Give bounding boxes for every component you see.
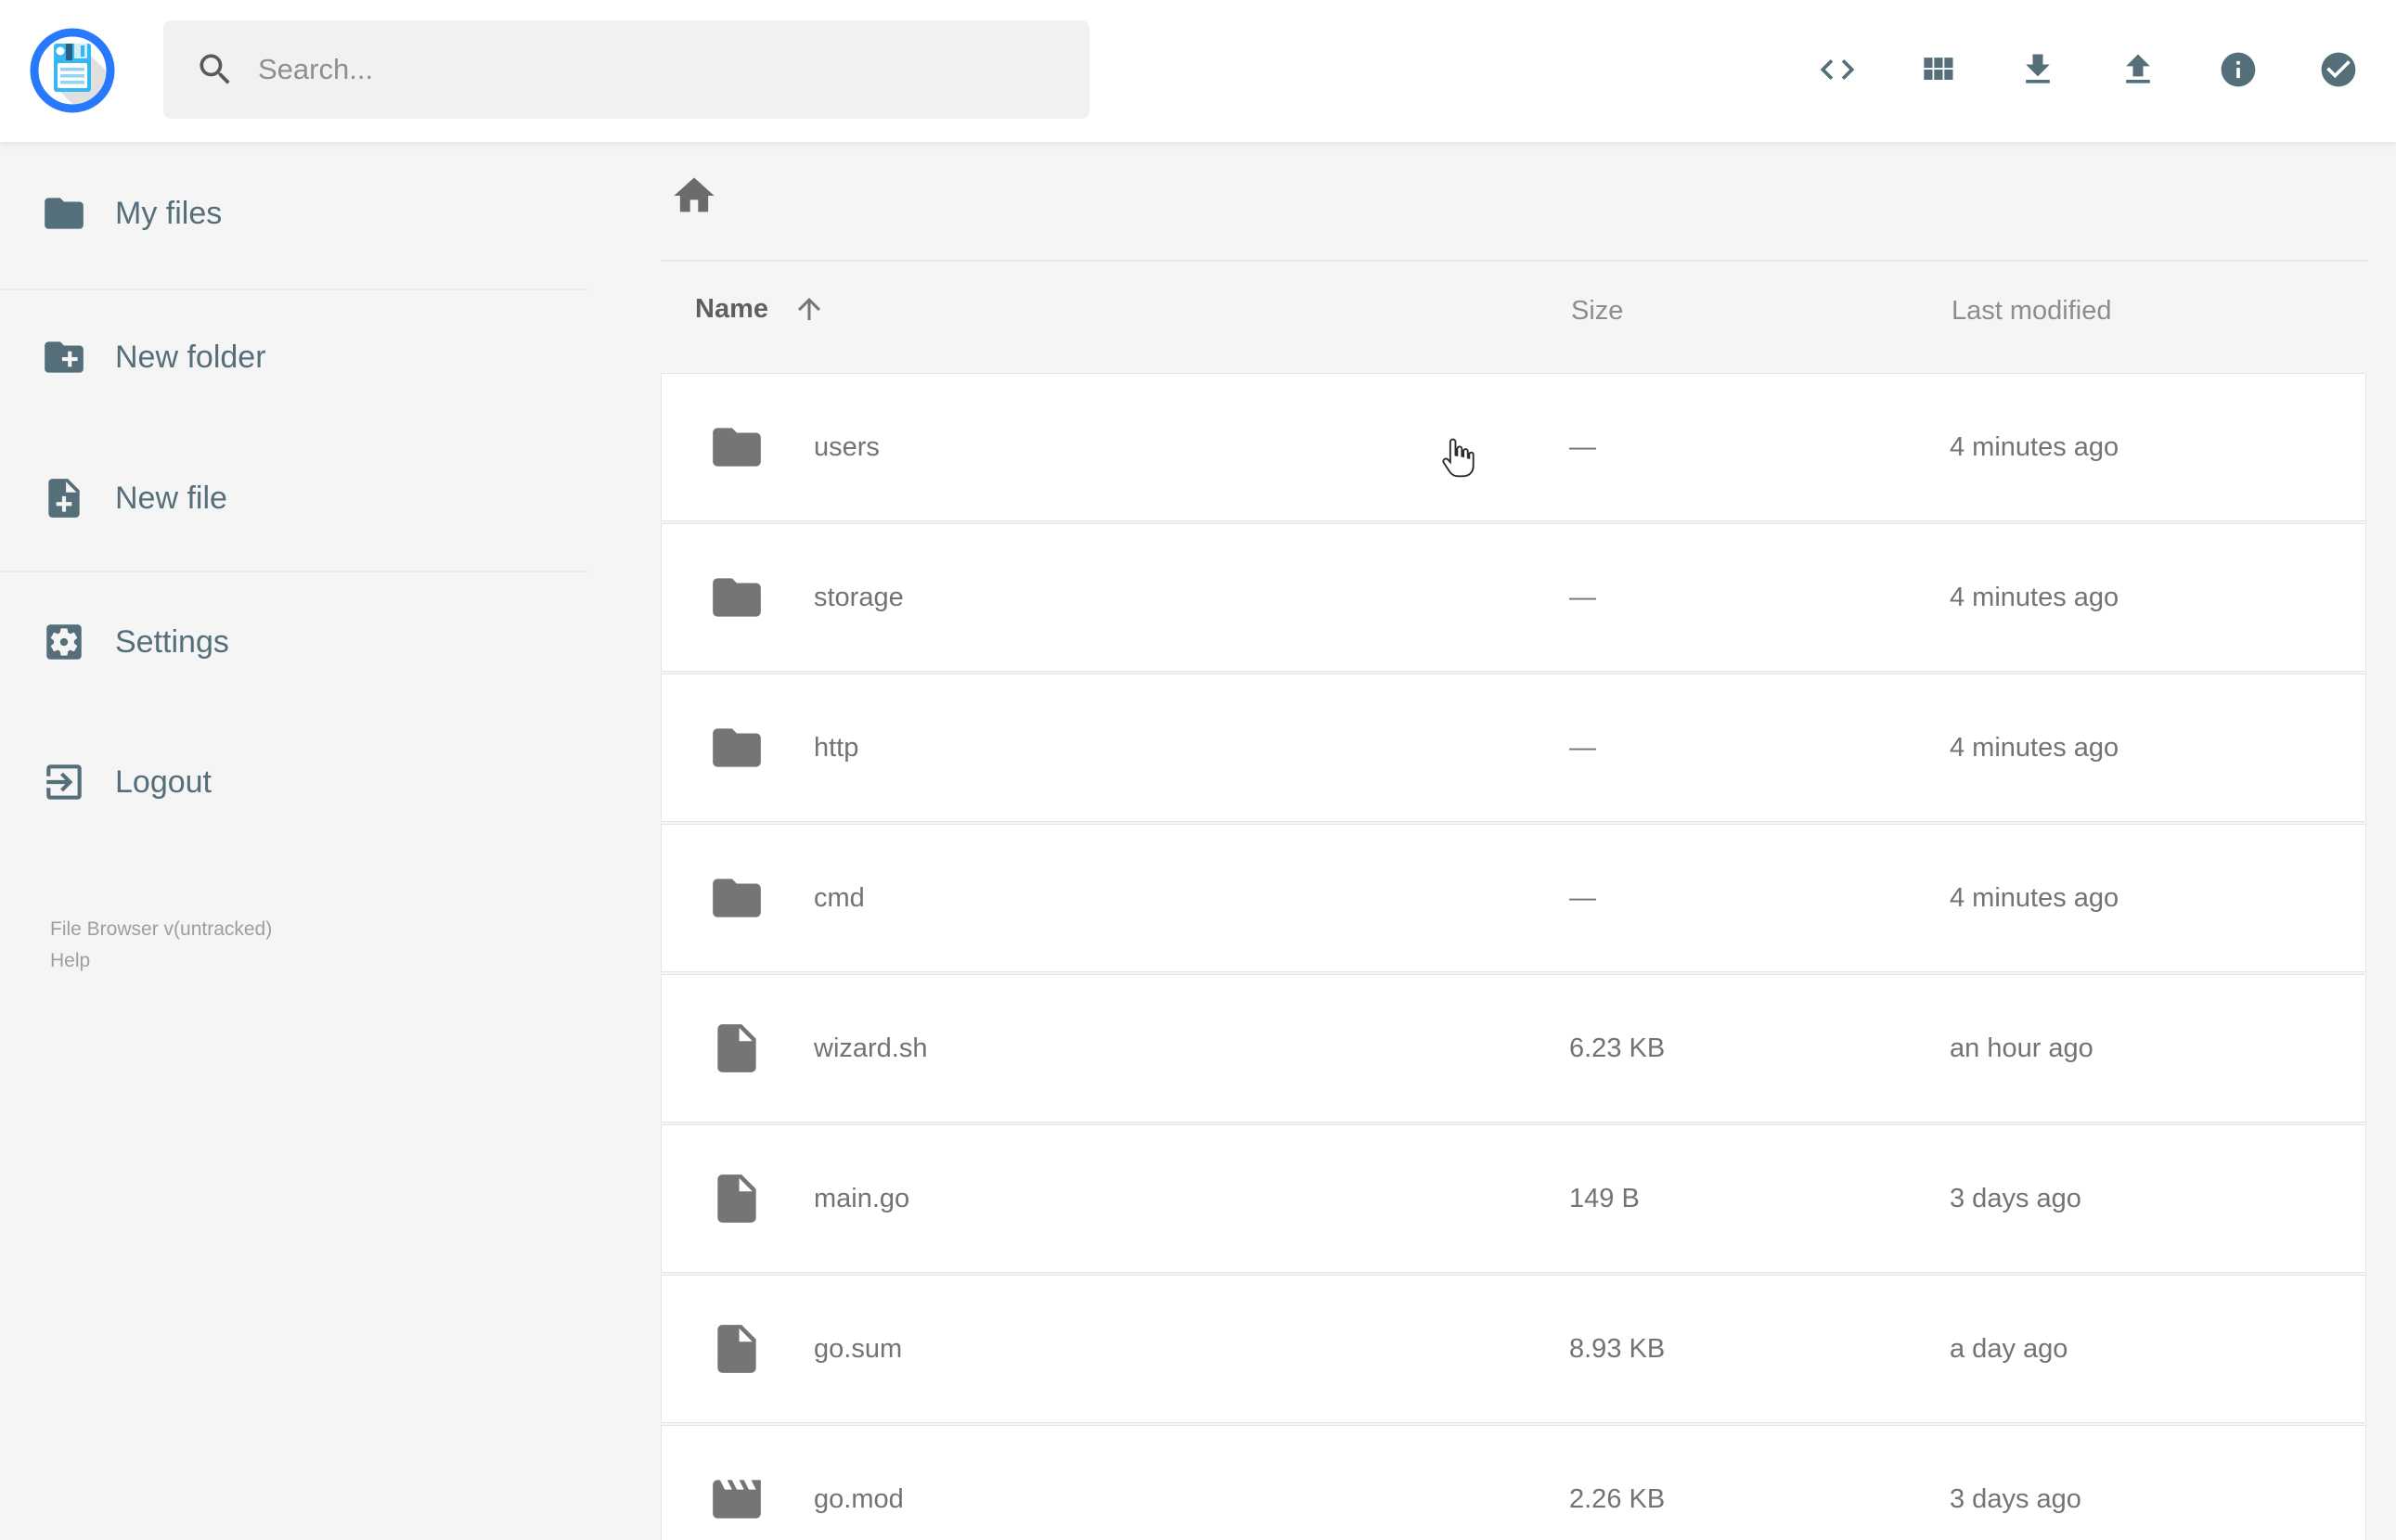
file-name: cmd — [814, 882, 865, 913]
sidebar-item-settings[interactable]: Settings — [41, 614, 229, 670]
download-button[interactable] — [2010, 42, 2066, 97]
file-modified: 4 minutes ago — [1950, 732, 2119, 763]
search-bar[interactable] — [163, 20, 1089, 119]
file-icon — [708, 1020, 766, 1077]
new-folder-icon — [45, 341, 84, 373]
table-row[interactable]: storage — 4 minutes ago — [661, 523, 2366, 672]
top-bar — [0, 0, 2396, 142]
folder-icon — [45, 198, 84, 229]
sidebar-divider — [0, 571, 587, 572]
folder-icon — [708, 418, 766, 476]
sidebar-item-label: New file — [115, 480, 227, 516]
sidebar-item-label: My files — [115, 195, 223, 231]
table-row[interactable]: wizard.sh 6.23 KB an hour ago — [661, 974, 2366, 1123]
file-modified: an hour ago — [1950, 1033, 2093, 1063]
table-row[interactable]: go.sum 8.93 KB a day ago — [661, 1275, 2366, 1423]
file-name: http — [814, 732, 859, 763]
column-header-modified[interactable]: Last modified — [1952, 296, 2112, 327]
app-version-text: File Browser v(untracked) — [50, 918, 273, 940]
file-size: 8.93 KB — [1569, 1333, 1666, 1364]
sidebar-item-new-folder[interactable]: New folder — [41, 329, 266, 385]
file-size: 2.26 KB — [1569, 1483, 1666, 1514]
file-size: — — [1569, 882, 1596, 913]
folder-icon — [708, 869, 766, 927]
upload-icon — [2126, 54, 2150, 83]
file-name: main.go — [814, 1183, 910, 1213]
sidebar-item-label: Settings — [115, 623, 229, 660]
file-size: — — [1569, 582, 1596, 612]
sidebar-item-new-file[interactable]: New file — [41, 470, 227, 526]
folder-icon — [708, 569, 766, 626]
file-modified: 4 minutes ago — [1950, 582, 2119, 612]
column-header-size[interactable]: Size — [1571, 296, 1623, 327]
file-name: go.mod — [814, 1483, 904, 1514]
home-icon — [674, 177, 715, 212]
file-listing: users — 4 minutes ago storage — 4 minute… — [661, 373, 2366, 1540]
file-icon — [708, 1170, 766, 1227]
file-name: wizard.sh — [814, 1033, 928, 1063]
breadcrumb-home[interactable] — [670, 172, 718, 220]
sidebar-item-label: New folder — [115, 339, 266, 375]
help-link[interactable]: Help — [50, 945, 272, 977]
column-header-name: Name — [695, 293, 768, 324]
folder-icon — [708, 719, 766, 776]
table-row[interactable]: cmd — 4 minutes ago — [661, 824, 2366, 972]
grid-view-button[interactable] — [1910, 42, 1965, 97]
download-icon — [2026, 54, 2050, 83]
settings-icon — [46, 624, 82, 660]
toolbar-actions — [1810, 42, 2366, 97]
search-icon — [200, 54, 230, 84]
table-row[interactable]: users — 4 minutes ago — [661, 373, 2366, 521]
sidebar-item-logout[interactable]: Logout — [41, 754, 212, 810]
file-modified: 3 days ago — [1950, 1183, 2081, 1213]
table-row[interactable]: http — 4 minutes ago — [661, 674, 2366, 822]
table-row[interactable]: main.go 149 B 3 days ago — [661, 1124, 2366, 1273]
sidebar-item-label: Logout — [115, 764, 212, 800]
file-name: storage — [814, 582, 904, 612]
movie-icon — [708, 1470, 766, 1528]
sidebar-item-my-files[interactable]: My files — [41, 186, 222, 241]
new-file-icon — [48, 479, 80, 518]
code-icon — [1820, 59, 1855, 80]
grid-view-icon — [1924, 58, 1953, 80]
sidebar: My files New folder New file Settings Lo… — [0, 142, 603, 1540]
sort-ascending-arrow-icon — [798, 298, 820, 320]
file-name: users — [814, 431, 880, 462]
sidebar-divider — [0, 289, 587, 290]
info-button[interactable] — [2210, 42, 2266, 97]
app-logo-floppy-icon[interactable] — [30, 28, 115, 113]
upload-button[interactable] — [2110, 42, 2166, 97]
logout-icon — [46, 764, 82, 800]
code-button[interactable] — [1810, 42, 1865, 97]
sidebar-footer: File Browser v(untracked) Help — [50, 914, 272, 977]
file-modified: 3 days ago — [1950, 1483, 2081, 1514]
file-modified: 4 minutes ago — [1950, 431, 2119, 462]
listing-header: Name Size Last modified — [661, 292, 2366, 339]
file-size: 149 B — [1569, 1183, 1640, 1213]
file-browser-app: My files New folder New file Settings — [0, 0, 2396, 1540]
file-modified: a day ago — [1950, 1333, 2068, 1364]
file-name: go.sum — [814, 1333, 903, 1364]
breadcrumb-divider — [661, 260, 2368, 262]
file-size: 6.23 KB — [1569, 1033, 1666, 1063]
file-icon — [708, 1320, 766, 1378]
check-circle-icon — [2321, 52, 2356, 87]
info-icon — [2221, 52, 2256, 87]
file-size: — — [1569, 732, 1596, 763]
sort-by-name[interactable]: Name — [695, 292, 826, 326]
select-multiple-button[interactable] — [2311, 42, 2366, 97]
file-modified: 4 minutes ago — [1950, 882, 2119, 913]
search-input[interactable] — [256, 52, 1039, 87]
file-size: — — [1569, 431, 1596, 462]
table-row[interactable]: go.mod 2.26 KB 3 days ago — [661, 1425, 2366, 1540]
